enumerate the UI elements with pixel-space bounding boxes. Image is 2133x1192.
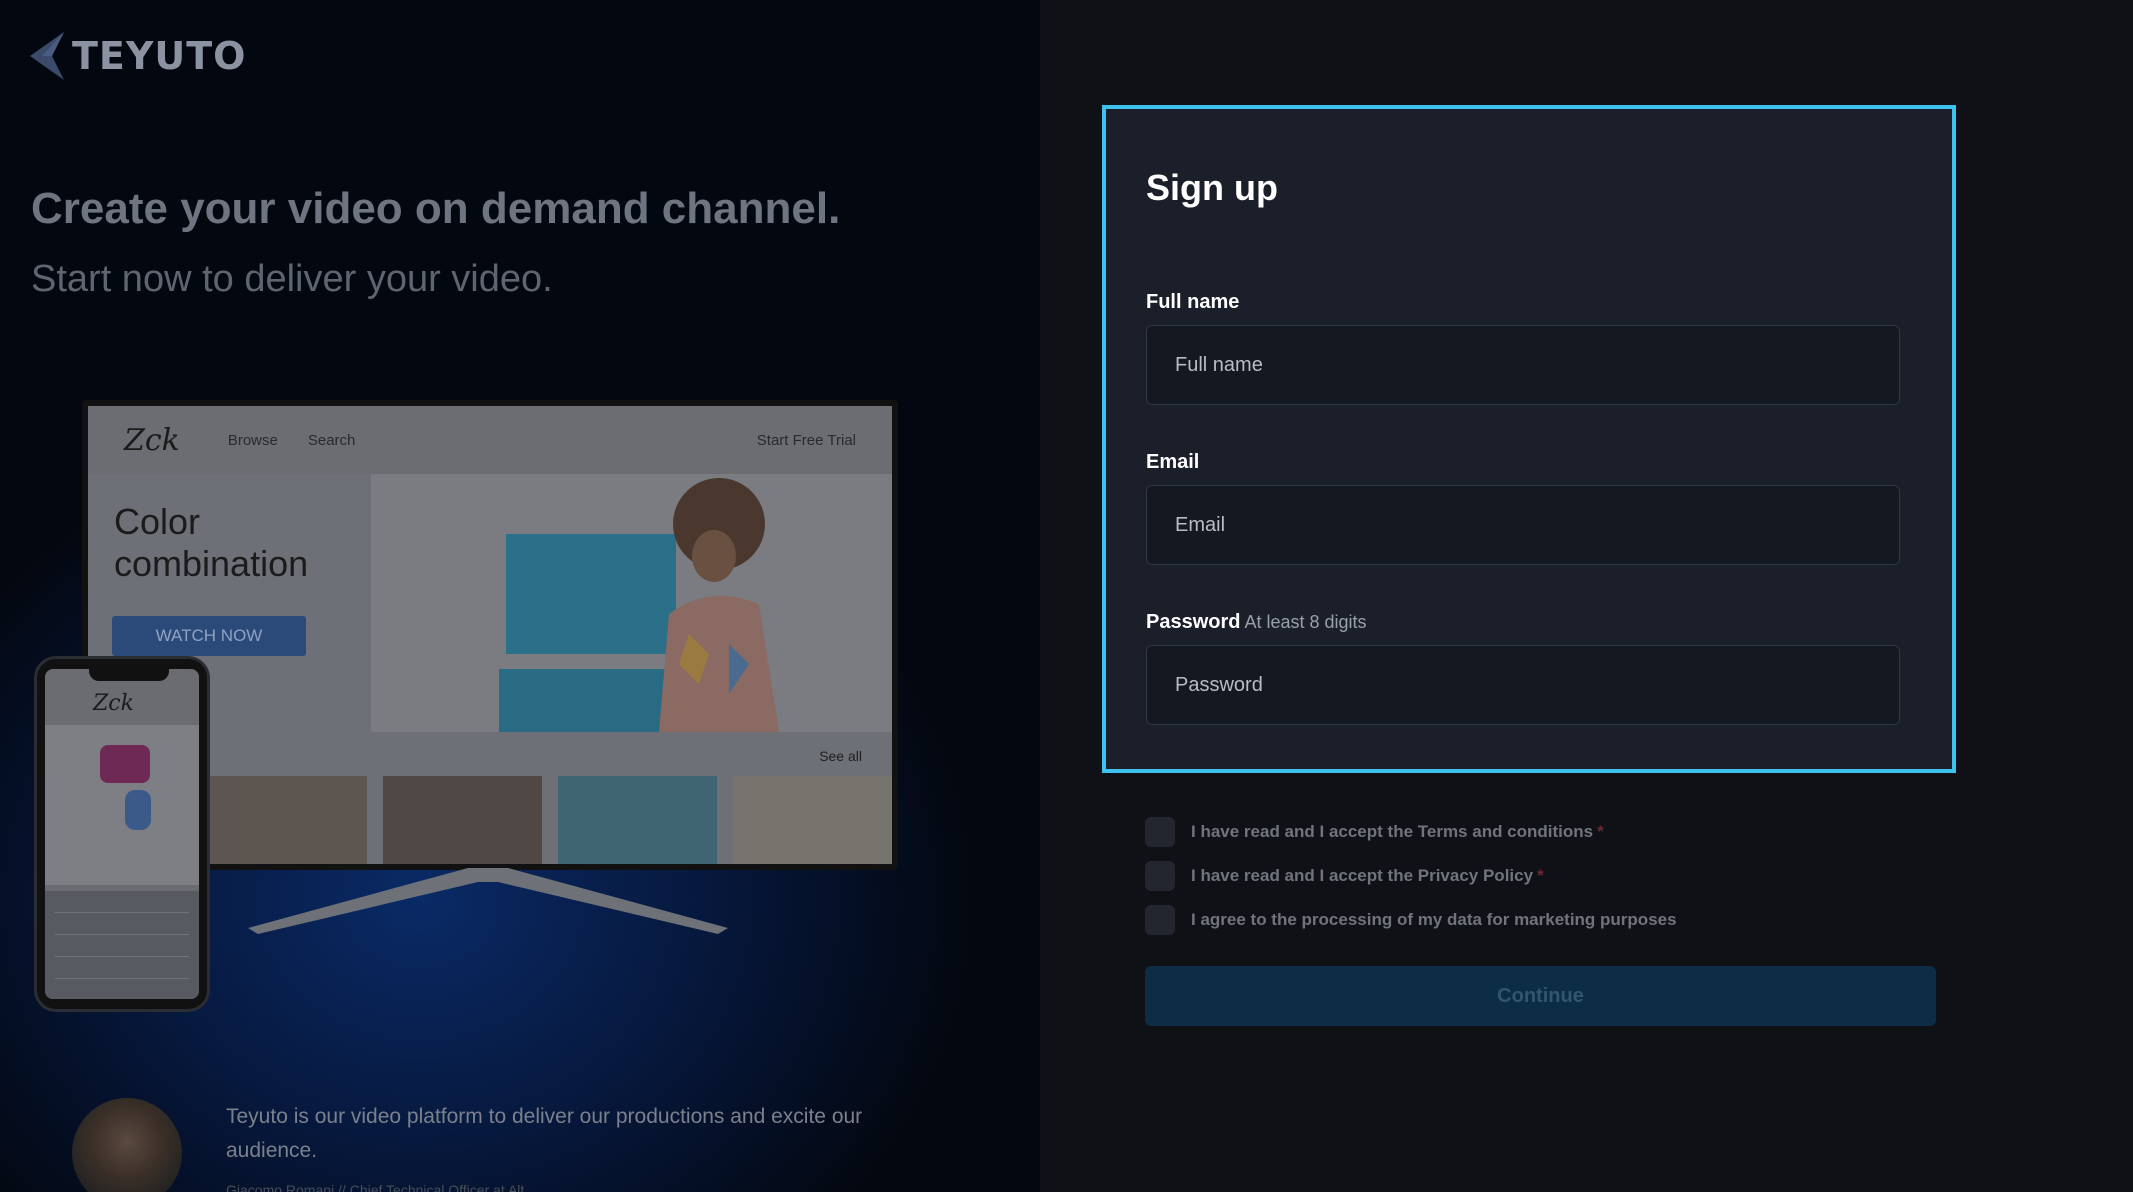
tv-thumbnail	[208, 776, 367, 864]
tv-stand	[248, 868, 728, 934]
phone-mockup: Zck	[34, 656, 210, 1012]
terms-consent-row[interactable]: I have read and I accept the Terms and c…	[1145, 810, 1677, 854]
marketing-label: I agree to the processing of my data for…	[1191, 910, 1677, 930]
list-divider	[55, 912, 189, 913]
required-marker: *	[1597, 822, 1604, 841]
testimonial-quote: Teyuto is our video platform to deliver …	[226, 1105, 863, 1162]
consent-checkboxes: I have read and I accept the Terms and c…	[1145, 810, 1677, 942]
logo-mark-icon	[30, 32, 64, 80]
tv-watch-now-button: WATCH NOW	[112, 616, 306, 656]
tv-thumbnail	[383, 776, 542, 864]
hero-subline: Start now to deliver your video.	[31, 258, 553, 300]
tv-hero-line1: Color	[114, 501, 201, 542]
tv-see-all: See all	[819, 748, 862, 764]
tv-hero-text: Color combination	[114, 501, 308, 585]
marketing-consent-row[interactable]: I agree to the processing of my data for…	[1145, 898, 1677, 942]
hero-headline: Create your video on demand channel.	[31, 184, 841, 233]
list-divider	[55, 956, 189, 957]
testimonial-author: Giacomo Romani // Chief Technical Office…	[226, 1182, 536, 1192]
tv-hero-image	[371, 474, 892, 732]
list-divider	[55, 934, 189, 935]
tv-thumbnail	[733, 776, 892, 864]
signup-card: Sign up Full name Email PasswordAt least…	[1102, 105, 1956, 773]
tv-thumbnail	[558, 776, 717, 864]
tv-logo: Zck	[124, 422, 180, 458]
marketing-label-text: I agree to the processing of my data for…	[1191, 910, 1677, 929]
marketing-panel: TEYUTO Create your video on demand chann…	[0, 0, 1040, 1192]
continue-button[interactable]: Continue	[1145, 966, 1936, 1026]
artist-figure	[659, 478, 779, 732]
phone-notch	[89, 669, 169, 681]
required-marker: *	[1537, 866, 1544, 885]
teyuto-logo[interactable]: TEYUTO	[30, 32, 246, 80]
terms-label-text: I have read and I accept the Terms and c…	[1191, 822, 1594, 841]
brand-name: TEYUTO	[72, 34, 247, 78]
privacy-checkbox[interactable]	[1145, 861, 1175, 891]
password-input[interactable]	[1146, 645, 1900, 725]
password-label: Password At least 8 digits	[1146, 611, 1367, 634]
testimonial-avatar	[72, 1098, 182, 1192]
phone-hero-image	[45, 725, 199, 885]
terms-checkbox[interactable]	[1145, 817, 1175, 847]
tv-nav-trial: Start Free Trial	[756, 431, 856, 449]
privacy-consent-row[interactable]: I have read and I accept the Privacy Pol…	[1145, 854, 1677, 898]
privacy-label-text: I have read and I accept the Privacy Pol…	[1191, 866, 1534, 885]
phone-screen: Zck	[45, 669, 199, 999]
signup-title: Sign up	[1146, 167, 1278, 208]
terms-label: I have read and I accept the Terms and c…	[1191, 822, 1604, 842]
tv-nav: Zck Browse Search Start Free Trial	[88, 406, 892, 474]
email-input[interactable]	[1146, 485, 1900, 565]
marketing-checkbox[interactable]	[1145, 905, 1175, 935]
email-label: Email	[1146, 451, 1200, 473]
tv-nav-browse: Browse	[227, 431, 278, 449]
password-hint: At least 8 digits	[1244, 612, 1367, 632]
phone-episode-list	[45, 891, 199, 999]
list-divider	[55, 978, 189, 979]
full-name-label: Full name	[1146, 291, 1240, 313]
full-name-input[interactable]	[1146, 325, 1900, 405]
privacy-label: I have read and I accept the Privacy Pol…	[1191, 866, 1544, 886]
password-label-text: Password	[1146, 611, 1241, 633]
tv-nav-search: Search	[307, 431, 356, 449]
phone-logo: Zck	[93, 691, 134, 716]
tv-hero-line2: combination	[114, 543, 309, 584]
phone-shape	[100, 745, 150, 783]
phone-shape	[125, 790, 151, 830]
